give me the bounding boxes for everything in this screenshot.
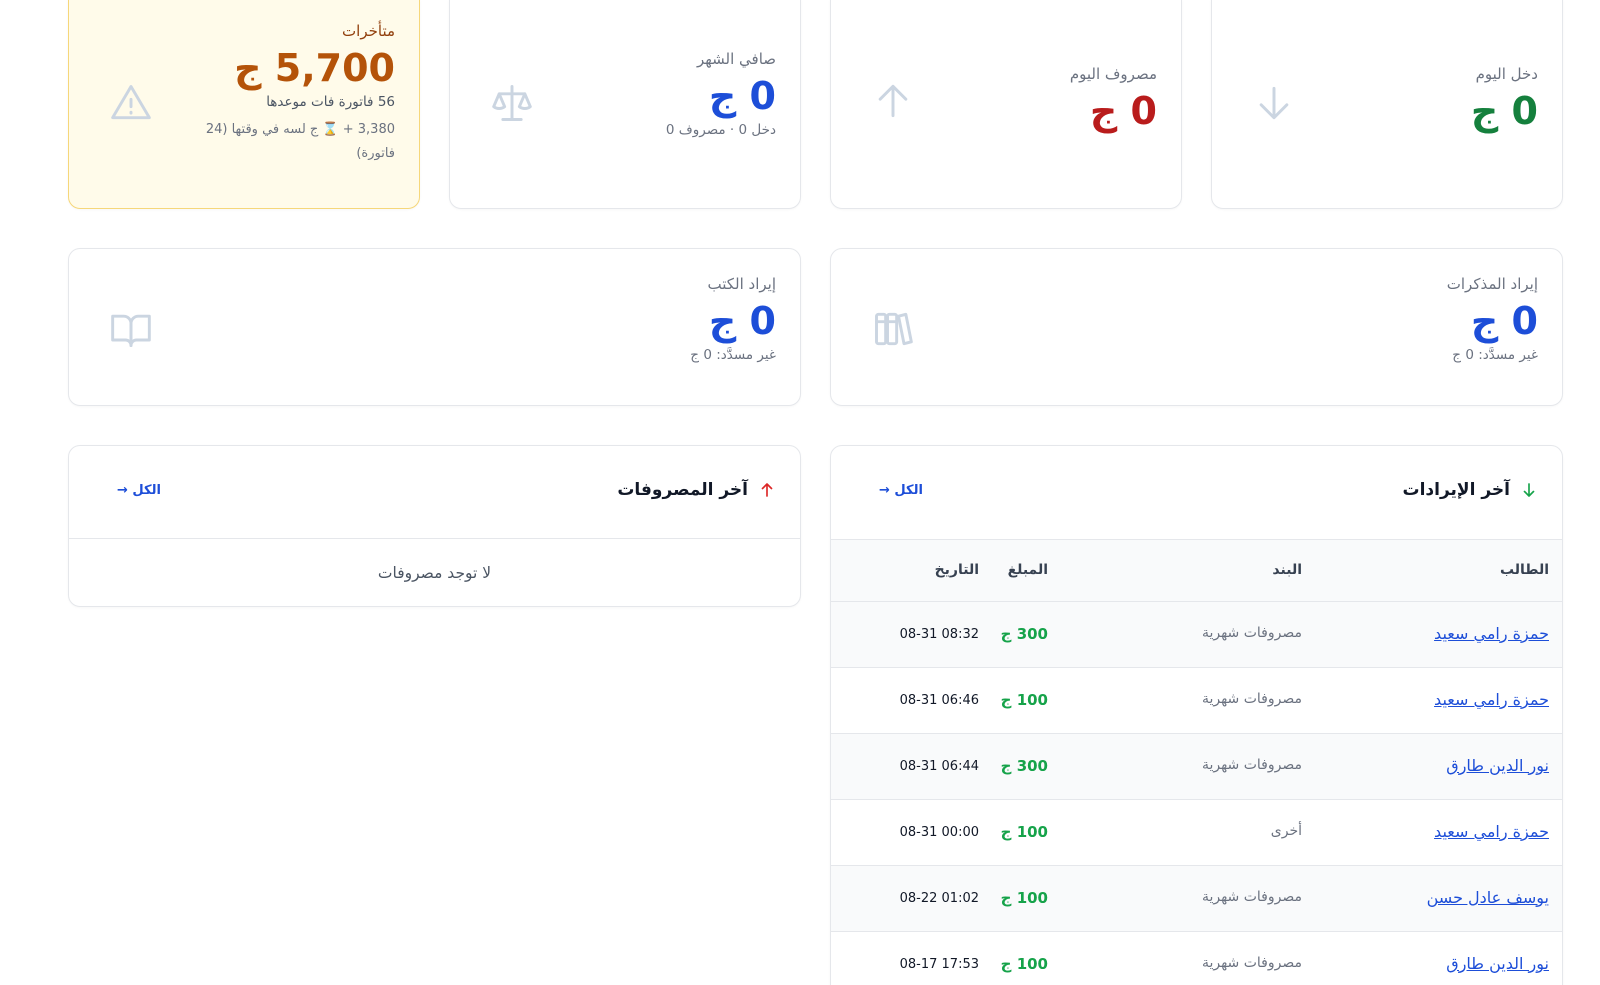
scale-icon	[490, 81, 534, 125]
student-link[interactable]: حمزة رامي سعيد	[1434, 624, 1549, 643]
student-link[interactable]: نور الدين طارق	[1446, 756, 1549, 775]
amount-cell: 100 ج	[1000, 823, 1048, 841]
latest-expenses-panel: آخر المصروفات الكل → لا توجد مصروفات	[68, 445, 801, 607]
income-today-label: دخل اليوم	[1475, 65, 1538, 83]
amount-cell: 300 ج	[1000, 625, 1048, 643]
item-cell: مصروفات شهرية	[1201, 757, 1302, 773]
latest-expenses-see-all-link[interactable]: الكل →	[117, 483, 161, 498]
expense-today-value: 0 ج	[1089, 89, 1157, 133]
column-header-item[interactable]: البند	[1272, 562, 1302, 578]
date-cell: 08-31 00:00	[899, 825, 979, 840]
date-cell: 08-31 06:44	[899, 759, 979, 774]
overdue-label: متأخرات	[342, 22, 395, 40]
month-net-card: صافي الشهر 0 ج دخل 0 · مصروف 0	[449, 0, 801, 209]
latest-income-table: الطالب البند المبلغ التاريخ حمزة رامي سع…	[831, 539, 1562, 985]
item-cell: مصروفات شهرية	[1201, 625, 1302, 641]
amount-cell: 100 ج	[1000, 889, 1048, 907]
column-header-date[interactable]: التاريخ	[935, 562, 979, 578]
arrow-down-green-icon	[1520, 481, 1538, 499]
notes-revenue-card: إيراد المذكرات 0 ج غير مسدَّد: 0 ج	[830, 248, 1563, 406]
student-link[interactable]: حمزة رامي سعيد	[1434, 690, 1549, 709]
student-link[interactable]: نور الدين طارق	[1446, 954, 1549, 973]
open-book-icon	[109, 307, 153, 351]
overdue-card: متأخرات 5,700 ج 56 فاتورة فات موعدها 3,3…	[68, 0, 420, 209]
latest-income-title: آخر الإيرادات	[1403, 480, 1538, 500]
books-revenue-card: إيراد الكتب 0 ج غير مسدَّد: 0 ج	[68, 248, 801, 406]
overdue-value: 5,700 ج	[234, 46, 395, 90]
latest-expenses-title-text: آخر المصروفات	[617, 480, 748, 500]
notes-revenue-label: إيراد المذكرات	[1446, 275, 1538, 293]
arrow-down-icon	[1252, 81, 1296, 125]
latest-expenses-title: آخر المصروفات	[617, 480, 776, 500]
table-row: حمزة رامي سعيد مصروفات شهرية 300 ج 08-31…	[831, 602, 1562, 668]
books-revenue-value: 0 ج	[708, 299, 776, 343]
overdue-sub: 56 فاتورة فات موعدها	[266, 93, 395, 110]
books-revenue-sub: غير مسدَّد: 0 ج	[690, 346, 776, 363]
date-cell: 08-22 01:02	[899, 891, 979, 906]
column-header-student[interactable]: الطالب	[1500, 562, 1549, 578]
expense-today-label: مصروف اليوم	[1069, 65, 1157, 83]
column-header-amount[interactable]: المبلغ	[1008, 562, 1048, 578]
latest-income-title-text: آخر الإيرادات	[1402, 480, 1510, 500]
arrow-up-icon	[871, 79, 915, 123]
notes-revenue-value: 0 ج	[1470, 299, 1538, 343]
month-net-value: 0 ج	[708, 74, 776, 118]
month-net-sub: دخل 0 · مصروف 0	[665, 121, 776, 138]
student-link[interactable]: يوسف عادل حسن	[1427, 888, 1549, 907]
amount-cell: 300 ج	[1000, 757, 1048, 775]
overdue-sub2: 3,380 + ⌛ ج لسه في وقتها (24 فاتورة)	[205, 121, 395, 162]
latest-income-see-all-link[interactable]: الكل →	[879, 483, 923, 498]
table-header-row: الطالب البند المبلغ التاريخ	[831, 539, 1562, 602]
student-link[interactable]: حمزة رامي سعيد	[1434, 822, 1549, 841]
books-icon	[871, 307, 915, 351]
latest-expenses-header: آخر المصروفات الكل →	[69, 446, 800, 539]
warning-icon	[109, 81, 153, 125]
date-cell: 08-17 17:53	[899, 957, 979, 972]
table-row: يوسف عادل حسن مصروفات شهرية 100 ج 08-22 …	[831, 866, 1562, 932]
table-row: حمزة رامي سعيد أخرى 100 ج 08-31 00:00	[831, 800, 1562, 866]
date-cell: 08-31 06:46	[899, 693, 979, 708]
income-today-value: 0 ج	[1470, 89, 1538, 133]
item-cell: أخرى	[1270, 823, 1302, 839]
notes-revenue-sub: غير مسدَّد: 0 ج	[1452, 346, 1538, 363]
amount-cell: 100 ج	[1000, 691, 1048, 709]
latest-income-panel: آخر الإيرادات الكل → الطالب البند المبلغ…	[830, 445, 1563, 985]
table-row: حمزة رامي سعيد مصروفات شهرية 100 ج 08-31…	[831, 668, 1562, 734]
item-cell: مصروفات شهرية	[1201, 955, 1302, 971]
expense-today-card: مصروف اليوم 0 ج	[830, 0, 1182, 209]
table-row: نور الدين طارق مصروفات شهرية 300 ج 08-31…	[831, 734, 1562, 800]
income-today-card: دخل اليوم 0 ج	[1211, 0, 1563, 209]
arrow-up-red-icon	[758, 481, 776, 499]
item-cell: مصروفات شهرية	[1201, 691, 1302, 707]
table-row: نور الدين طارق مصروفات شهرية 100 ج 08-17…	[831, 932, 1562, 985]
item-cell: مصروفات شهرية	[1201, 889, 1302, 905]
month-net-label: صافي الشهر	[696, 50, 776, 68]
amount-cell: 100 ج	[1000, 955, 1048, 973]
date-cell: 08-31 08:32	[899, 627, 979, 642]
books-revenue-label: إيراد الكتب	[707, 275, 776, 293]
empty-expenses-message: لا توجد مصروفات	[377, 564, 492, 582]
latest-income-header: آخر الإيرادات الكل →	[831, 446, 1562, 539]
